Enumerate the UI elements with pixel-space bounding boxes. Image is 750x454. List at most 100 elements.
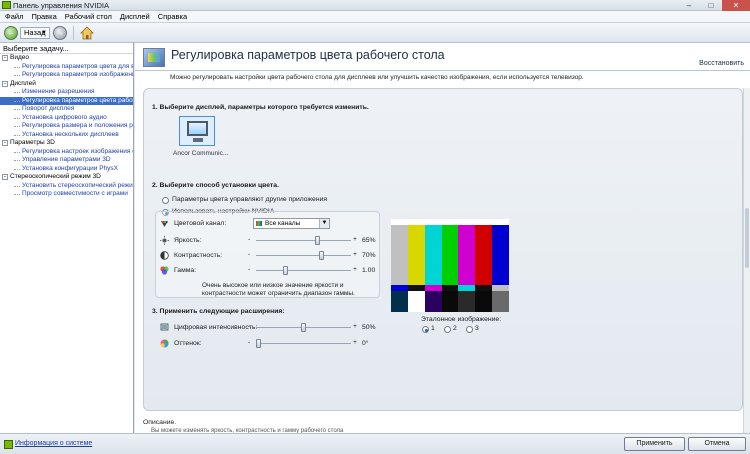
radio-other-apps-label: Параметры цвета управляют другие приложе… xyxy=(172,196,328,203)
tree-group-display[interactable]: - Дисплей xyxy=(0,80,133,89)
tree-item-multiple-displays[interactable]: Установка нескольких дисплеев xyxy=(0,131,133,140)
contrast-icon xyxy=(160,251,169,260)
gamma-track[interactable] xyxy=(256,270,351,271)
toolbar: ← Назад ▼ → xyxy=(0,23,750,43)
scrollbar-thumb[interactable] xyxy=(745,208,749,268)
radio-other-apps[interactable] xyxy=(162,197,169,204)
step3-heading: 3. Применить следующие расширения: xyxy=(152,308,285,315)
collapse-icon[interactable]: - xyxy=(2,140,8,146)
color-channel-label: Цветовой канал: xyxy=(174,220,227,227)
cancel-button[interactable]: Отмена xyxy=(688,437,746,451)
tree-group-stereo[interactable]: - Стереоскопический режим 3D xyxy=(0,173,133,182)
reference-test-image xyxy=(391,219,510,312)
tree-item-physx[interactable]: Установка конфигурации PhysX xyxy=(0,165,133,174)
contrast-decrease[interactable]: - xyxy=(248,251,250,258)
tree-item-rotate-display[interactable]: Поворот дисплея xyxy=(0,105,133,114)
menu-desktop[interactable]: Рабочий стол xyxy=(62,11,117,22)
menu-edit[interactable]: Правка xyxy=(28,11,61,22)
tree-item-manage-3d[interactable]: Управление параметрами 3D xyxy=(0,156,133,165)
contrast-increase[interactable]: + xyxy=(353,251,357,258)
tree-group-video[interactable]: - Видео xyxy=(0,54,133,63)
radio-reference-2[interactable] xyxy=(444,326,451,333)
tree-item-video-color[interactable]: Регулировка параметров цвета для вид xyxy=(0,63,133,72)
tree-item-change-resolution[interactable]: Изменение разрешения xyxy=(0,88,133,97)
gamma-decrease[interactable]: - xyxy=(248,266,250,273)
gamma-slider[interactable] xyxy=(283,266,288,275)
contrast-label: Контрастность: xyxy=(174,252,223,259)
gamma-icon xyxy=(160,266,169,275)
contrast-slider[interactable] xyxy=(319,251,324,260)
hue-label: Оттенок: xyxy=(174,340,202,347)
maximize-button[interactable]: □ xyxy=(700,0,722,11)
description-heading: Описание. xyxy=(143,419,177,426)
digital-vibrance-decrease[interactable]: - xyxy=(248,323,250,330)
contrast-track[interactable] xyxy=(256,255,351,256)
tree-item-stereo-setup[interactable]: Установить стереоскопический режим 3 xyxy=(0,182,133,191)
menu-help[interactable]: Справка xyxy=(155,11,192,22)
title-bar: Панель управления NVIDIA – □ ✕ xyxy=(0,0,750,11)
vertical-scrollbar[interactable] xyxy=(743,88,750,433)
brightness-track[interactable] xyxy=(256,240,351,241)
back-button[interactable]: Назад ▼ xyxy=(20,27,50,39)
color-channel-value: Все каналы xyxy=(265,220,301,227)
chevron-down-icon[interactable]: ▼ xyxy=(319,219,329,228)
hue-increase[interactable]: + xyxy=(353,339,357,346)
tree-item-game-compat[interactable]: Просмотр совместимости с играми xyxy=(0,190,133,199)
brightness-label: Яркость: xyxy=(174,237,202,244)
brightness-slider[interactable] xyxy=(314,236,320,245)
radio-reference-3[interactable] xyxy=(466,326,473,333)
system-info-link[interactable]: Информация о системе xyxy=(15,440,92,447)
pluge-bars xyxy=(391,291,510,312)
nvidia-app-icon xyxy=(2,1,11,9)
close-button[interactable]: ✕ xyxy=(722,0,750,11)
hue-decrease[interactable]: - xyxy=(248,339,250,346)
back-arrow-icon[interactable]: ← xyxy=(4,26,18,40)
forward-arrow-icon[interactable]: → xyxy=(53,26,67,40)
digital-vibrance-slider[interactable] xyxy=(301,323,306,332)
menu-file[interactable]: Файл xyxy=(2,11,28,22)
collapse-icon[interactable]: - xyxy=(2,55,8,61)
tree-item-digital-audio[interactable]: Установка цифрового аудио xyxy=(0,114,133,123)
monitor-icon xyxy=(187,121,208,136)
digital-vibrance-increase[interactable]: + xyxy=(353,323,357,330)
gamma-label: Гамма: xyxy=(174,267,197,274)
tree-item-3d-preview[interactable]: Регулировка настроек изображения с пр xyxy=(0,148,133,157)
minimize-button[interactable]: – xyxy=(678,0,700,11)
color-channel-select[interactable]: Все каналы ▼ xyxy=(253,218,330,229)
brightness-increase[interactable]: + xyxy=(353,236,357,243)
chevron-down-icon[interactable]: ▼ xyxy=(41,28,47,38)
collapse-icon[interactable]: - xyxy=(2,80,8,87)
monitor-stand xyxy=(193,138,203,142)
page-title: Регулировка параметров цвета рабочего ст… xyxy=(171,48,445,62)
home-icon[interactable] xyxy=(80,26,94,40)
display-name: Ancor Communic... xyxy=(173,150,229,157)
step1-heading: 1. Выберите дисплей, параметры которого … xyxy=(152,104,369,111)
gamma-increase[interactable]: + xyxy=(353,266,357,273)
restore-defaults-link[interactable]: Восстановить xyxy=(699,60,744,67)
tree-item-desktop-color[interactable]: Регулировка параметров цвета рабочего xyxy=(0,96,133,105)
task-tree-heading: Выберите задачу... xyxy=(0,43,133,54)
collapse-icon[interactable]: - xyxy=(2,174,8,180)
digital-vibrance-label: Цифровая интенсивность: xyxy=(174,324,258,331)
header-divider xyxy=(135,70,750,71)
gamma-value: 1.00 xyxy=(362,267,376,274)
display-selector[interactable] xyxy=(179,116,215,146)
tree-item-video-image[interactable]: Регулировка параметров изображения д xyxy=(0,71,133,80)
hue-slider[interactable] xyxy=(256,339,261,348)
digital-vibrance-icon xyxy=(160,323,169,331)
hue-track[interactable] xyxy=(256,343,351,344)
radio-reference-1[interactable] xyxy=(422,326,429,333)
rgb-swatch-icon xyxy=(256,221,262,226)
tree-group-3d[interactable]: - Параметры 3D xyxy=(0,139,133,148)
brightness-decrease[interactable]: - xyxy=(248,236,250,243)
radio-reference-2-label: 2 xyxy=(453,325,457,332)
apply-button[interactable]: Применить xyxy=(624,437,685,451)
page-header: Регулировка параметров цвета рабочего ст… xyxy=(135,43,750,71)
tree-item-desktop-size[interactable]: Регулировка размера и положения рабо xyxy=(0,122,133,131)
digital-vibrance-value: 50% xyxy=(362,324,376,331)
system-info-icon xyxy=(4,440,13,449)
desktop-color-icon xyxy=(143,48,165,67)
radio-reference-1-label: 1 xyxy=(431,325,435,332)
menu-display[interactable]: Дисплей xyxy=(117,11,155,22)
content-pane: Регулировка параметров цвета рабочего ст… xyxy=(135,43,750,434)
